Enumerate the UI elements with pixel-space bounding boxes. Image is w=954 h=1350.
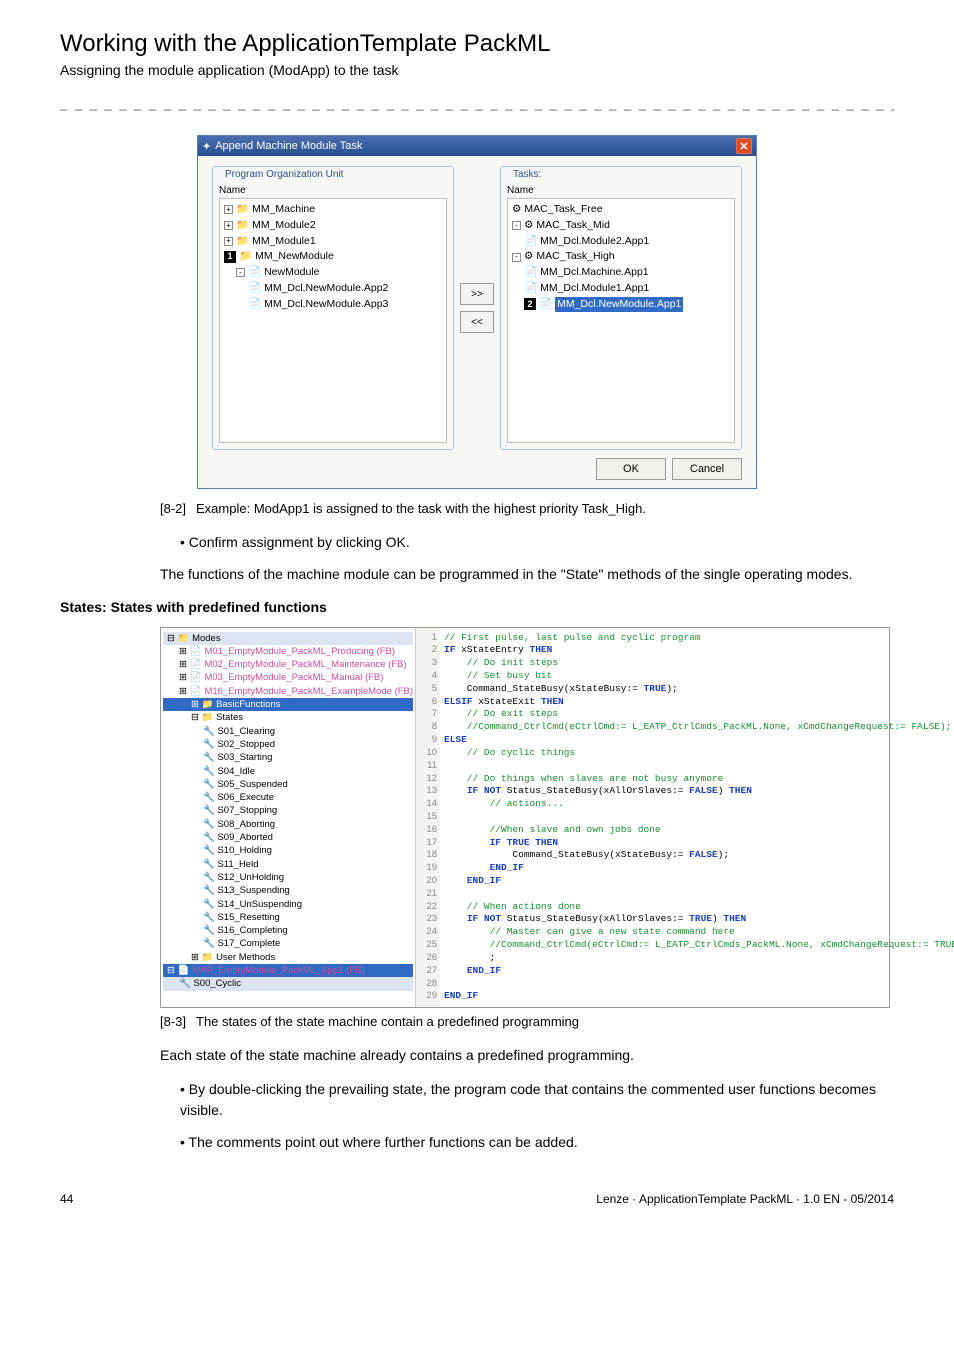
bullet-2a: • By double-clicking the prevailing stat… bbox=[180, 1079, 894, 1120]
figure-ref: [8-2] bbox=[160, 501, 186, 516]
divider: _ _ _ _ _ _ _ _ _ _ _ _ _ _ _ _ _ _ _ _ … bbox=[60, 96, 894, 111]
pou-name-header: Name bbox=[219, 185, 447, 196]
bullet-2b: • The comments point out where further f… bbox=[180, 1132, 894, 1152]
tasks-tree[interactable]: ⚙MAC_Task_Free-⚙MAC_Task_Mid📄MM_Dcl.Modu… bbox=[507, 198, 735, 443]
code-view: // First pulse, last pulse and cyclic pr… bbox=[440, 628, 954, 1008]
move-right-button[interactable]: >> bbox=[460, 283, 494, 305]
page-footer: 44 Lenze · ApplicationTemplate PackML · … bbox=[60, 1192, 894, 1206]
tasks-legend: Tasks: bbox=[510, 169, 544, 180]
figure-8-3-caption: [8-3] The states of the state machine co… bbox=[160, 1014, 894, 1029]
states-editor-screenshot: ⊟ 📁 Modes⊞ 📄 M01_EmptyModule_PackML_Prod… bbox=[160, 627, 890, 1009]
dialog-titlebar: ✦ Append Machine Module Task ✕ bbox=[198, 136, 756, 156]
body-paragraph: The functions of the machine module can … bbox=[160, 564, 894, 584]
confirm-bullet: • Confirm assignment by clicking OK. bbox=[180, 532, 894, 552]
project-tree[interactable]: ⊟ 📁 Modes⊞ 📄 M01_EmptyModule_PackML_Prod… bbox=[161, 628, 416, 1008]
page-subtitle: Assigning the module application (ModApp… bbox=[60, 62, 894, 78]
tasks-fieldset: Tasks: Name ⚙MAC_Task_Free-⚙MAC_Task_Mid… bbox=[500, 166, 742, 450]
move-left-button[interactable]: << bbox=[460, 311, 494, 333]
pou-fieldset: Program Organization Unit Name +📁MM_Mach… bbox=[212, 166, 454, 450]
para-2: Each state of the state machine already … bbox=[160, 1045, 894, 1065]
footer-info: Lenze · ApplicationTemplate PackML · 1.0… bbox=[596, 1192, 894, 1206]
pou-legend: Program Organization Unit bbox=[222, 169, 346, 180]
wand-icon: ✦ bbox=[202, 140, 211, 153]
close-icon[interactable]: ✕ bbox=[736, 138, 752, 154]
figure-text: Example: ModApp1 is assigned to the task… bbox=[196, 501, 646, 516]
line-gutter: 1234567891011121314151617181920212223242… bbox=[416, 628, 440, 1008]
append-task-dialog: ✦ Append Machine Module Task ✕ Program O… bbox=[197, 135, 757, 489]
pou-tree[interactable]: +📁MM_Machine+📁MM_Module2+📁MM_Module11📁MM… bbox=[219, 198, 447, 443]
figure-ref: [8-3] bbox=[160, 1014, 186, 1029]
figure-text: The states of the state machine contain … bbox=[196, 1014, 579, 1029]
page-number: 44 bbox=[60, 1192, 73, 1206]
states-heading: States: States with predefined functions bbox=[60, 599, 894, 615]
dialog-title: Append Machine Module Task bbox=[215, 140, 362, 152]
page-title: Working with the ApplicationTemplate Pac… bbox=[60, 30, 894, 58]
cancel-button[interactable]: Cancel bbox=[672, 458, 742, 480]
ok-button[interactable]: OK bbox=[596, 458, 666, 480]
figure-8-2-caption: [8-2] Example: ModApp1 is assigned to th… bbox=[160, 501, 894, 516]
tasks-name-header: Name bbox=[507, 185, 735, 196]
